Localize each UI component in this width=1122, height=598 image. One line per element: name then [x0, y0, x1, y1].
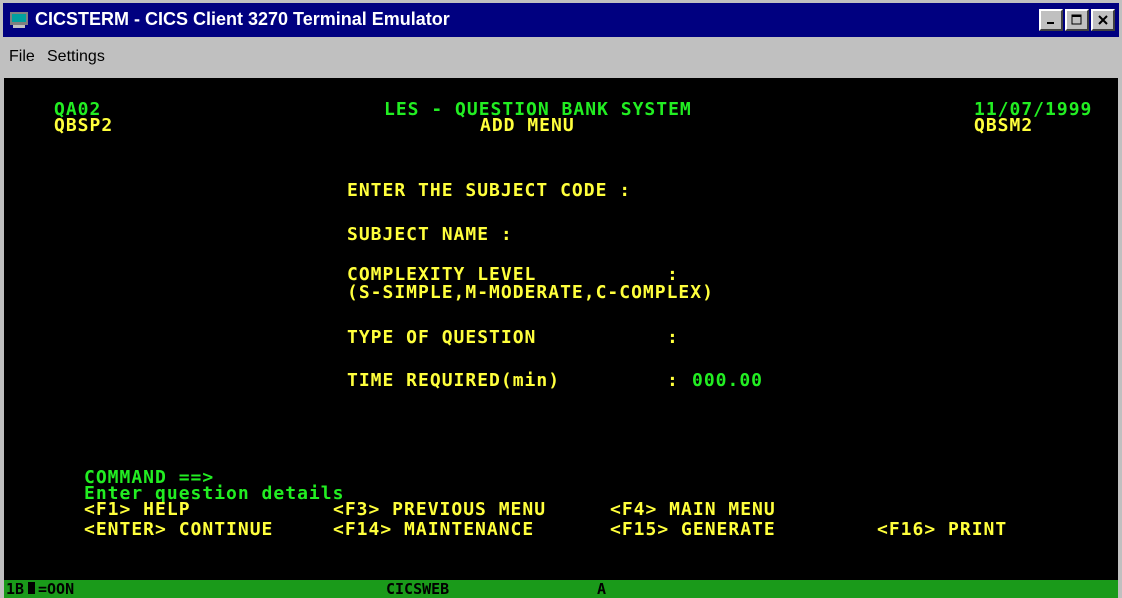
key-f14-maintenance[interactable]: <F14> MAINTENANCE	[333, 520, 534, 540]
time-required-label: TIME REQUIRED(min)	[347, 370, 561, 391]
minimize-icon	[1047, 22, 1054, 24]
menu-bar: File Settings	[3, 40, 1119, 74]
question-type-colon: :	[667, 327, 679, 348]
close-icon	[1098, 15, 1108, 25]
window-title: CICSTERM - CICS Client 3270 Terminal Emu…	[35, 9, 450, 29]
maximize-button[interactable]	[1065, 9, 1089, 31]
status-block-icon	[28, 582, 35, 594]
time-required-colon: :	[667, 370, 679, 391]
key-f16-print[interactable]: <F16> PRINT	[877, 520, 1007, 540]
menu-file[interactable]: File	[9, 48, 35, 66]
terminal-window: CICSTERM - CICS Client 3270 Terminal Emu…	[0, 0, 1122, 598]
title-bar[interactable]: CICSTERM - CICS Client 3270 Terminal Emu…	[3, 3, 1119, 37]
screen-title: ADD MENU	[480, 115, 575, 136]
key-f4-main-menu[interactable]: <F4> MAIN MENU	[610, 500, 776, 520]
subject-code-input[interactable]	[680, 181, 880, 201]
close-button[interactable]	[1091, 9, 1115, 31]
status-connection: =OON	[38, 580, 75, 598]
map-id: QBSM2	[974, 115, 1034, 136]
time-required-value[interactable]: 000.00	[692, 371, 763, 391]
minimize-button[interactable]	[1039, 9, 1063, 31]
program-id: QBSP2	[54, 115, 114, 136]
menu-settings[interactable]: Settings	[47, 48, 105, 66]
status-host-name: CICSWEB	[386, 580, 450, 598]
maximize-icon	[1071, 14, 1082, 25]
terminal-screen[interactable]: QA02 QBSP2 LES - QUESTION BANK SYSTEM AD…	[4, 78, 1118, 580]
key-f3-previous-menu[interactable]: <F3> PREVIOUS MENU	[333, 500, 546, 520]
terminal-app-icon	[10, 12, 28, 28]
complexity-hint: (S-SIMPLE,M-MODERATE,C-COMPLEX)	[347, 282, 714, 303]
subject-code-label: ENTER THE SUBJECT CODE :	[347, 180, 632, 201]
subject-name-label: SUBJECT NAME :	[347, 224, 513, 245]
status-indicator: A	[597, 580, 607, 598]
key-f1-help[interactable]: <F1> HELP	[84, 500, 191, 520]
operator-status-bar: 1B =OON CICSWEB A	[4, 580, 1118, 598]
key-enter-continue[interactable]: <ENTER> CONTINUE	[84, 520, 273, 540]
subject-name-input[interactable]	[524, 225, 924, 245]
status-session: 1B	[6, 580, 25, 598]
key-f15-generate[interactable]: <F15> GENERATE	[610, 520, 776, 540]
question-type-input[interactable]	[692, 328, 732, 348]
question-type-label: TYPE OF QUESTION	[347, 327, 537, 348]
